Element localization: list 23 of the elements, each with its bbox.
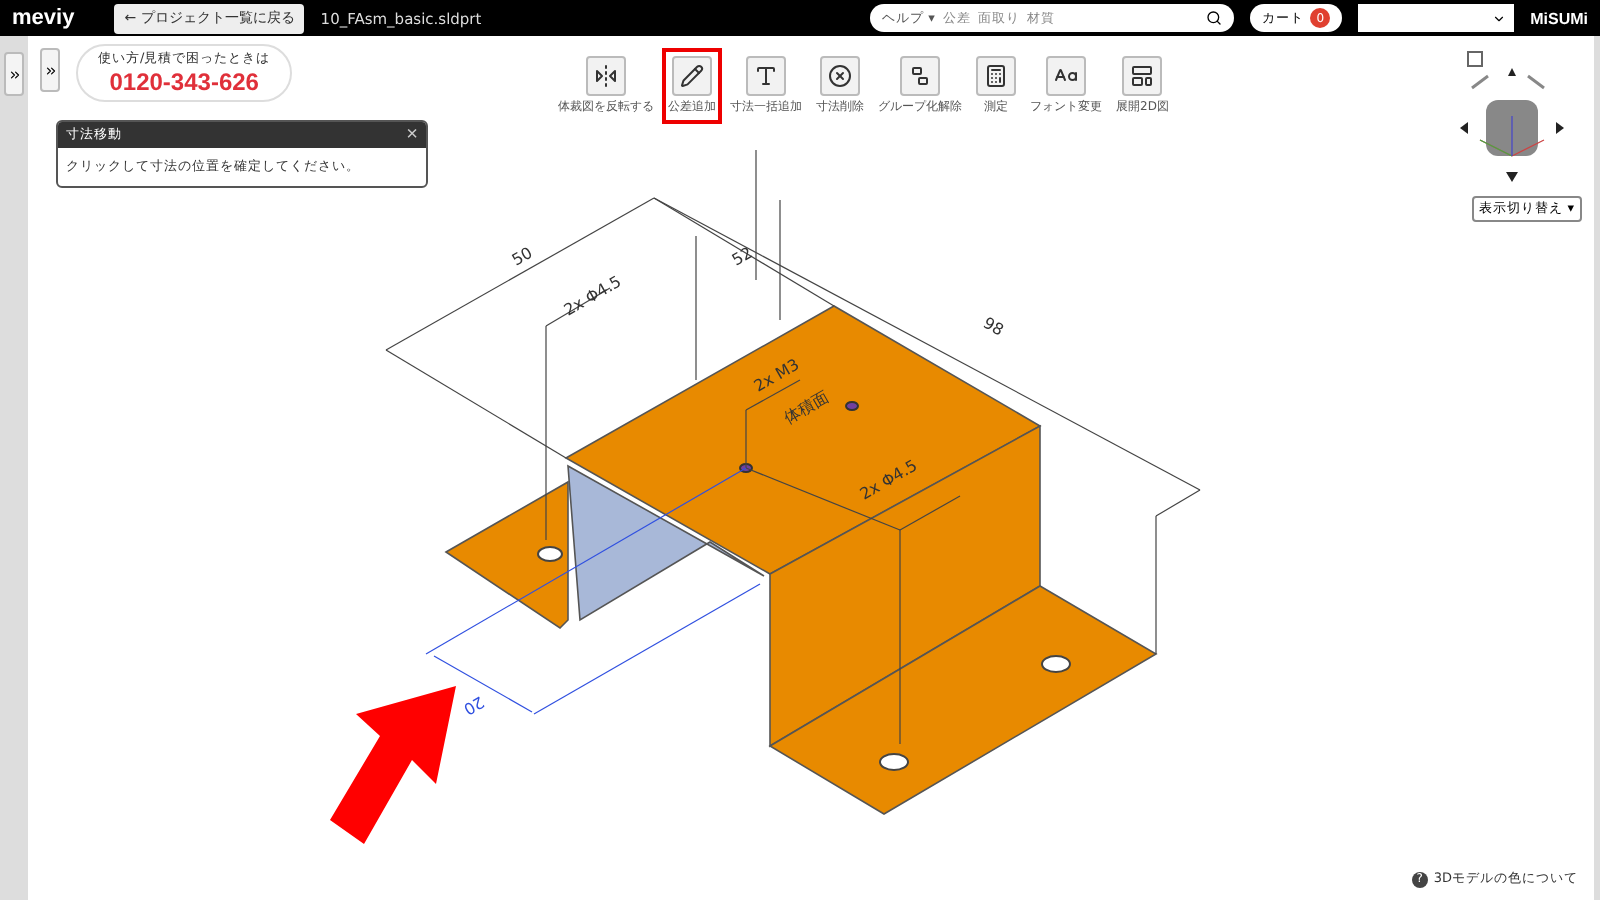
dimension-label: 2x Φ4.5	[561, 272, 625, 320]
panel-toggle[interactable]	[40, 48, 60, 92]
tool-icon	[828, 64, 852, 88]
tool-icon	[908, 64, 932, 88]
dimension-label: 20	[460, 692, 487, 719]
phone-number: 0120-343-626	[109, 68, 259, 96]
dimension-label: 98	[980, 313, 1007, 340]
expand-icon	[7, 67, 21, 81]
tool-icon	[754, 64, 778, 88]
dimension-label: 50	[509, 243, 536, 270]
dimension-label: 2x Φ4.5	[857, 456, 921, 504]
tool-icon	[594, 64, 618, 88]
tool-icon	[984, 64, 1008, 88]
chevron-down-icon	[1492, 11, 1507, 25]
tool-icon	[680, 64, 704, 88]
close-button[interactable]: ×	[406, 125, 418, 145]
search-icon[interactable]	[1206, 10, 1223, 26]
dimension-label: 52	[729, 243, 756, 270]
brand-logo: MiSUMi	[1530, 9, 1588, 27]
panel-toggle[interactable]	[4, 52, 24, 96]
tool-icon	[1130, 64, 1155, 88]
logo: meviy	[12, 6, 75, 30]
expand-icon	[43, 63, 57, 77]
